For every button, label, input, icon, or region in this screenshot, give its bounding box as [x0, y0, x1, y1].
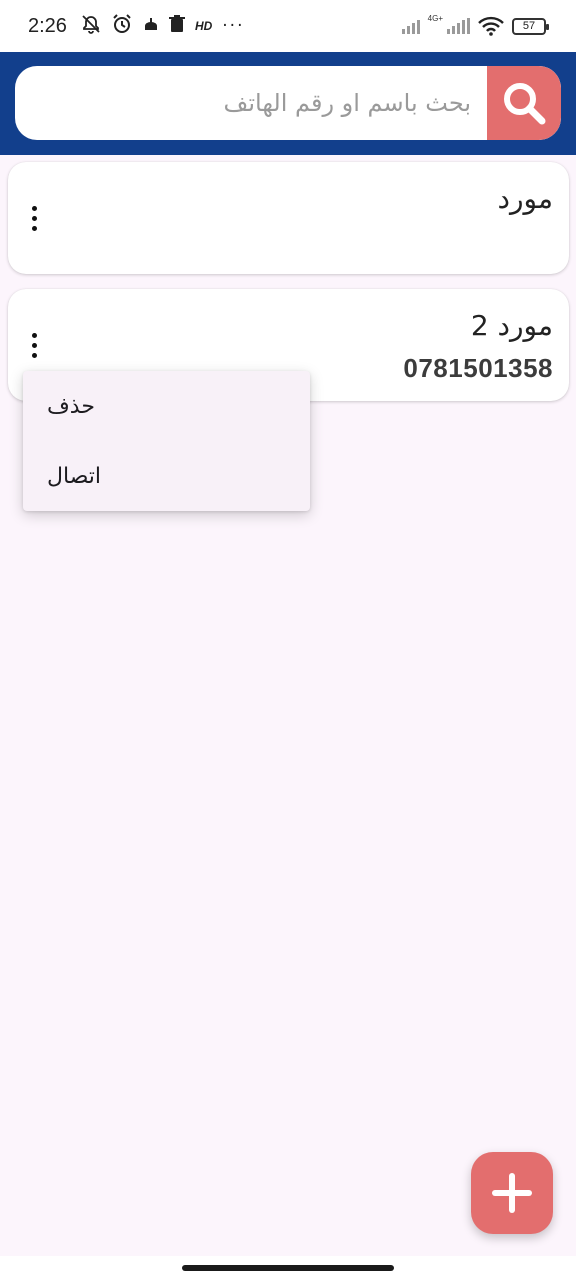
menu-item-delete[interactable]: حذف [23, 371, 310, 441]
home-indicator[interactable] [182, 1265, 394, 1271]
add-button[interactable] [471, 1152, 553, 1234]
search-input[interactable] [15, 66, 487, 140]
alarm-icon [111, 13, 133, 39]
more-vert-icon [31, 332, 37, 338]
status-bar: 2:26 HD ··· 4G+ 57 [0, 0, 576, 52]
signal-bars-icon [401, 18, 420, 34]
more-vert-icon [31, 205, 37, 211]
battery-level: 57 [522, 20, 536, 32]
network-label: 4G+ [427, 13, 443, 23]
plus-icon [492, 1173, 532, 1213]
status-right: 4G+ 57 [401, 13, 549, 36]
search-icon [504, 83, 546, 125]
supplier-phone: 0781501358 [403, 353, 553, 383]
trash-icon [168, 15, 185, 37]
mosque-icon [143, 16, 159, 36]
navigation-bar [0, 1256, 576, 1280]
popup-menu: حذف اتصال [23, 371, 310, 511]
more-options-button[interactable] [22, 327, 46, 363]
hd-icon: HD [194, 19, 213, 33]
wifi-icon [478, 16, 504, 36]
more-dots-icon: ··· [222, 15, 245, 36]
battery-icon: 57 [512, 17, 549, 35]
search-box [15, 66, 561, 140]
app-bar [0, 52, 576, 155]
signal-bars-2-icon [447, 18, 470, 34]
status-left: 2:26 HD ··· [28, 13, 245, 39]
supplier-card[interactable]: مورد [8, 162, 569, 274]
status-time: 2:26 [28, 14, 67, 37]
supplier-name: مورد 2 [470, 309, 553, 342]
bell-off-icon [81, 14, 101, 38]
supplier-name: مورد [497, 182, 553, 215]
search-button[interactable] [487, 66, 561, 140]
menu-item-call[interactable]: اتصال [23, 441, 310, 511]
more-options-button[interactable] [22, 200, 46, 236]
